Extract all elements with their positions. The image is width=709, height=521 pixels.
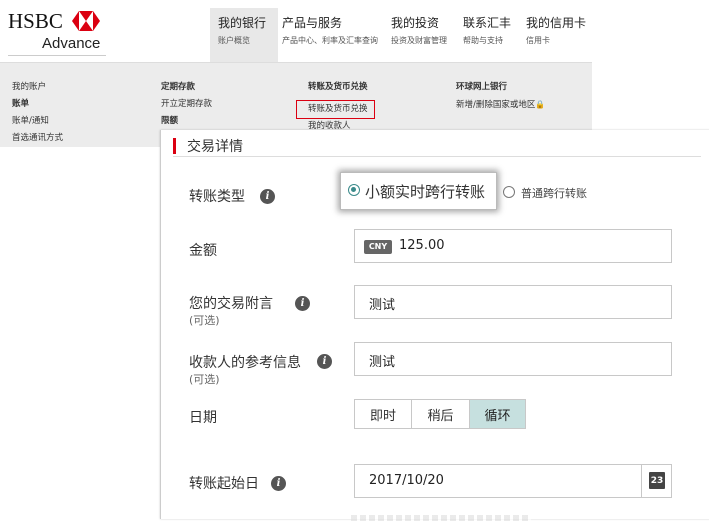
logo-divider (8, 55, 106, 56)
menu-column-global: 环球网上银行 新增/删除国家或地区🔒 (456, 79, 545, 113)
nav-title: 我的信用卡 (526, 16, 587, 30)
optional-hint: (可选) (189, 314, 220, 327)
start-date-value: 2017/10/20 (369, 473, 444, 488)
logo-sub-text: Advance (42, 35, 101, 52)
payee-ref-field[interactable]: 测试 (354, 342, 672, 376)
calendar-day: 23 (650, 476, 664, 486)
currency-badge: CNY (364, 240, 392, 254)
start-date-field[interactable]: 2017/10/20 23 (354, 464, 672, 498)
menu-item-transfers-highlighted[interactable]: 转账及货币兑换 (296, 100, 375, 119)
nav-contact[interactable]: 联系汇丰 帮助与支持 (455, 8, 515, 62)
nav-title: 产品与服务 (282, 16, 343, 30)
panel-title: 交易详情 (187, 139, 243, 155)
amount-label: 金额 (189, 243, 217, 259)
cutoff-text-fragment (351, 515, 531, 521)
remark-label: 您的交易附言 (可选) (189, 293, 273, 328)
top-header: HSBC Advance 我的银行 账户概览 产品与服务 产品中心、利率及汇率查… (0, 0, 592, 63)
menu-column-accounts: 我的账户 账单 账单/通知 首选通讯方式 (12, 79, 63, 147)
menu-heading-time-deposits: 定期存款 (161, 82, 196, 92)
payee-ref-label-text: 收款人的参考信息 (189, 355, 301, 371)
transfer-type-label: 转账类型 (189, 189, 245, 205)
nav-subtitle: 帮助与支持 (463, 36, 503, 45)
nav-my-banking[interactable]: 我的银行 账户概览 (210, 8, 278, 62)
info-icon[interactable]: i (295, 296, 310, 311)
optional-hint: (可选) (189, 373, 220, 386)
menu-item-statements-notices[interactable]: 账单/通知 (12, 113, 63, 130)
menu-item-my-accounts[interactable]: 我的账户 (12, 79, 63, 96)
menu-item-preferred-contact[interactable]: 首选通讯方式 (12, 130, 63, 147)
panel-divider (173, 156, 701, 157)
menu-item-add-remove-region[interactable]: 新增/删除国家或地区🔒 (456, 96, 545, 113)
menu-heading-global-banking: 环球网上银行 (456, 82, 508, 92)
logo-brand-text: HSBC (8, 9, 63, 33)
nav-investments[interactable]: 我的投资 投资及财富管理 (383, 8, 453, 62)
remark-label-text: 您的交易附言 (189, 296, 273, 312)
nav-title: 联系汇丰 (463, 16, 512, 30)
date-option-recurring[interactable]: 循环 (469, 399, 526, 429)
info-icon[interactable]: i (317, 354, 332, 369)
hsbc-logo[interactable]: HSBC Advance (8, 9, 198, 56)
radio-label: 普通跨行转账 (521, 187, 587, 200)
radio-unselected-icon (503, 186, 515, 198)
hsbc-hexagon-icon (72, 11, 100, 31)
date-option-later[interactable]: 稍后 (411, 399, 470, 429)
start-date-label: 转账起始日 (189, 476, 259, 492)
lock-icon: 🔒 (535, 100, 546, 109)
nav-subtitle: 信用卡 (526, 36, 550, 45)
menu-column-deposits: 定期存款 开立定期存款 限额 (161, 79, 212, 130)
menu-column-transfers: 转账及货币兑换 转账及货币兑换 我的收款人 (296, 79, 375, 135)
radio-label: 小额实时跨行转账 (365, 183, 486, 201)
transaction-details-panel: 交易详情 转账类型 i 小额实时跨行转账 普通跨行转账 金额 CNY 125.0… (160, 130, 709, 521)
info-icon[interactable]: i (271, 476, 286, 491)
radio-instant-transfer[interactable]: 小额实时跨行转账 (340, 172, 497, 210)
payee-ref-value: 测试 (369, 355, 396, 370)
title-accent-bar (173, 138, 176, 154)
nav-subtitle: 投资及财富管理 (391, 36, 447, 45)
payee-ref-label: 收款人的参考信息 (可选) (189, 352, 301, 387)
remark-field[interactable]: 测试 (354, 285, 672, 319)
radio-selected-icon (348, 184, 360, 196)
nav-subtitle: 产品中心、利率及汇率查询 (282, 36, 378, 45)
nav-title: 我的银行 (218, 16, 267, 30)
menu-item-statements[interactable]: 账单 (12, 96, 63, 113)
info-icon[interactable]: i (260, 189, 275, 204)
nav-products[interactable]: 产品与服务 产品中心、利率及汇率查询 (274, 8, 378, 62)
menu-heading-transfers: 转账及货币兑换 (308, 82, 368, 92)
calendar-icon: 23 (649, 472, 665, 489)
amount-field[interactable]: CNY 125.00 (354, 229, 672, 263)
date-segmented-control: 即时 稍后 循环 (354, 399, 526, 429)
menu-item-limits[interactable]: 限额 (161, 113, 212, 130)
date-label: 日期 (189, 410, 217, 426)
nav-title: 我的投资 (391, 16, 440, 30)
menu-item-open-time-deposit[interactable]: 开立定期存款 (161, 96, 212, 113)
nav-credit-card[interactable]: 我的信用卡 信用卡 (518, 8, 590, 62)
remark-value: 测试 (369, 298, 396, 313)
menu-item-label: 新增/删除国家或地区 (456, 100, 536, 110)
date-option-immediate[interactable]: 即时 (354, 399, 412, 429)
amount-value: 125.00 (399, 238, 445, 253)
calendar-button[interactable]: 23 (641, 465, 671, 497)
nav-subtitle: 账户概览 (218, 36, 250, 45)
